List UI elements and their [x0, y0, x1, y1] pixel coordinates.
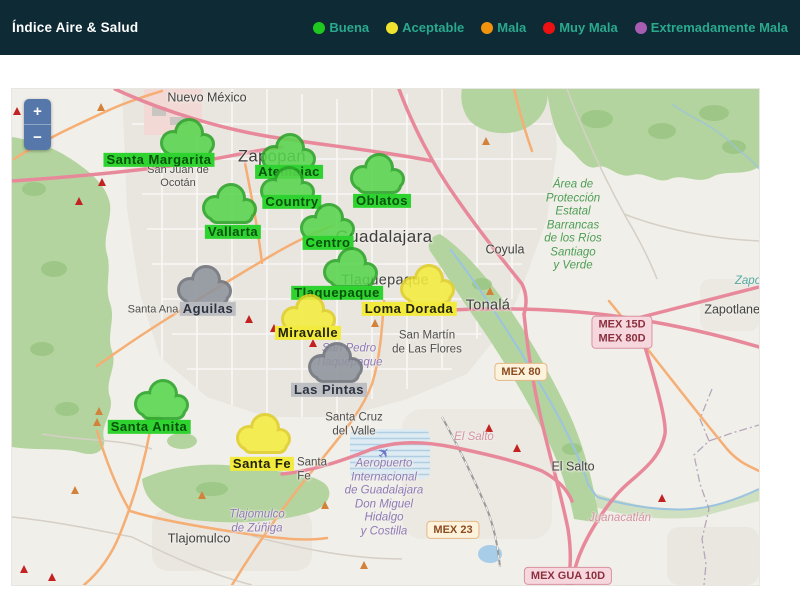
page-title: Índice Aire & Salud: [12, 20, 138, 35]
cloud-icon[interactable]: [132, 377, 194, 421]
station-label[interactable]: Oblatos: [353, 194, 411, 208]
legend-item-extremadamente-mala: Extremadamente Mala: [635, 20, 788, 35]
station-label[interactable]: Las Pintas: [291, 383, 367, 397]
station-label[interactable]: Santa Fe: [230, 457, 294, 471]
place-label: San Martín de Las Flores: [392, 329, 462, 356]
place-label: Zapotlanejo: [704, 303, 760, 318]
app-header: Índice Aire & Salud Buena Aceptable Mala…: [0, 0, 800, 55]
cloud-icon[interactable]: [321, 245, 383, 289]
peak-icon: [321, 501, 329, 509]
station-label[interactable]: Miravalle: [275, 326, 341, 340]
zoom-out-button[interactable]: −: [24, 125, 51, 150]
peak-icon: [513, 444, 521, 452]
station-label[interactable]: Aguilas: [180, 302, 236, 316]
place-label: Nuevo México: [167, 91, 246, 106]
air-quality-map[interactable]: Nuevo México San Juan de Ocotán Zapopan …: [11, 88, 760, 586]
shield-line: MEX 80D: [598, 332, 645, 346]
mala-dot-icon: [481, 22, 493, 34]
cloud-icon[interactable]: [348, 151, 410, 195]
road-shield: MEX 15D MEX 80D: [591, 316, 652, 349]
zoom-in-button[interactable]: +: [24, 99, 51, 125]
legend-item-aceptable: Aceptable: [386, 20, 464, 35]
legend-item-mala: Mala: [481, 20, 526, 35]
place-label: Santa Ana: [128, 304, 179, 317]
legend-item-buena: Buena: [313, 20, 369, 35]
peak-icon: [48, 573, 56, 581]
place-label: Zapo: [735, 275, 760, 289]
map-zoom-control: + −: [24, 99, 51, 150]
peak-icon: [75, 197, 83, 205]
peak-icon: [360, 561, 368, 569]
aceptable-dot-icon: [386, 22, 398, 34]
road-shield: MEX GUA 10D: [524, 567, 612, 585]
peak-icon: [93, 418, 101, 426]
road-shield: MEX 23: [426, 521, 479, 539]
peak-icon: [658, 494, 666, 502]
legend-label: Mala: [497, 20, 526, 35]
buena-dot-icon: [313, 22, 325, 34]
peak-icon: [98, 178, 106, 186]
cloud-icon[interactable]: [398, 262, 460, 306]
legend-label: Buena: [329, 20, 369, 35]
peak-icon: [71, 486, 79, 494]
shield-line: MEX 80: [501, 365, 540, 379]
legend-label: Extremadamente Mala: [651, 20, 788, 35]
peak-icon: [95, 407, 103, 415]
place-label: Tlajomulco: [168, 530, 231, 545]
place-label: Coyula: [486, 243, 525, 258]
peak-icon: [198, 491, 206, 499]
legend-label: Muy Mala: [559, 20, 618, 35]
legend-label: Aceptable: [402, 20, 464, 35]
peak-icon: [371, 319, 379, 327]
place-label: Tlajomulco de Zúñiga: [229, 508, 285, 535]
shield-line: MEX 15D: [598, 318, 645, 332]
place-label: El Salto: [454, 431, 494, 445]
peak-icon: [97, 103, 105, 111]
peak-icon: [20, 565, 28, 573]
cloud-icon[interactable]: [200, 181, 262, 225]
station-label[interactable]: Santa Margarita: [103, 153, 214, 167]
peak-icon: [486, 287, 494, 295]
place-label: Juanacatlán: [589, 512, 651, 526]
station-label[interactable]: Loma Dorada: [362, 302, 457, 316]
place-label: Aeropuerto Internacional de Guadalajara …: [345, 457, 424, 538]
cloud-icon[interactable]: [234, 411, 296, 455]
place-label: El Salto: [551, 460, 594, 475]
air-quality-legend: Buena Aceptable Mala Muy Mala Extremadam…: [313, 20, 788, 35]
place-label: Tonalá: [466, 297, 511, 314]
place-label: Santa Cruz del Valle: [325, 411, 383, 438]
extremadamente-mala-dot-icon: [635, 22, 647, 34]
station-label[interactable]: Santa Anita: [108, 420, 191, 434]
place-label: Área de Protección Estatal Barrancas de …: [544, 179, 602, 274]
road-shield: MEX 80: [494, 363, 547, 381]
peak-icon: [245, 315, 253, 323]
shield-line: MEX 23: [433, 523, 472, 537]
legend-item-muy-mala: Muy Mala: [543, 20, 618, 35]
peak-icon: [13, 107, 21, 115]
cloud-icon[interactable]: [306, 340, 368, 384]
peak-icon: [482, 137, 490, 145]
station-label[interactable]: Vallarta: [205, 225, 261, 239]
shield-line: MEX GUA 10D: [531, 569, 605, 583]
muy-mala-dot-icon: [543, 22, 555, 34]
